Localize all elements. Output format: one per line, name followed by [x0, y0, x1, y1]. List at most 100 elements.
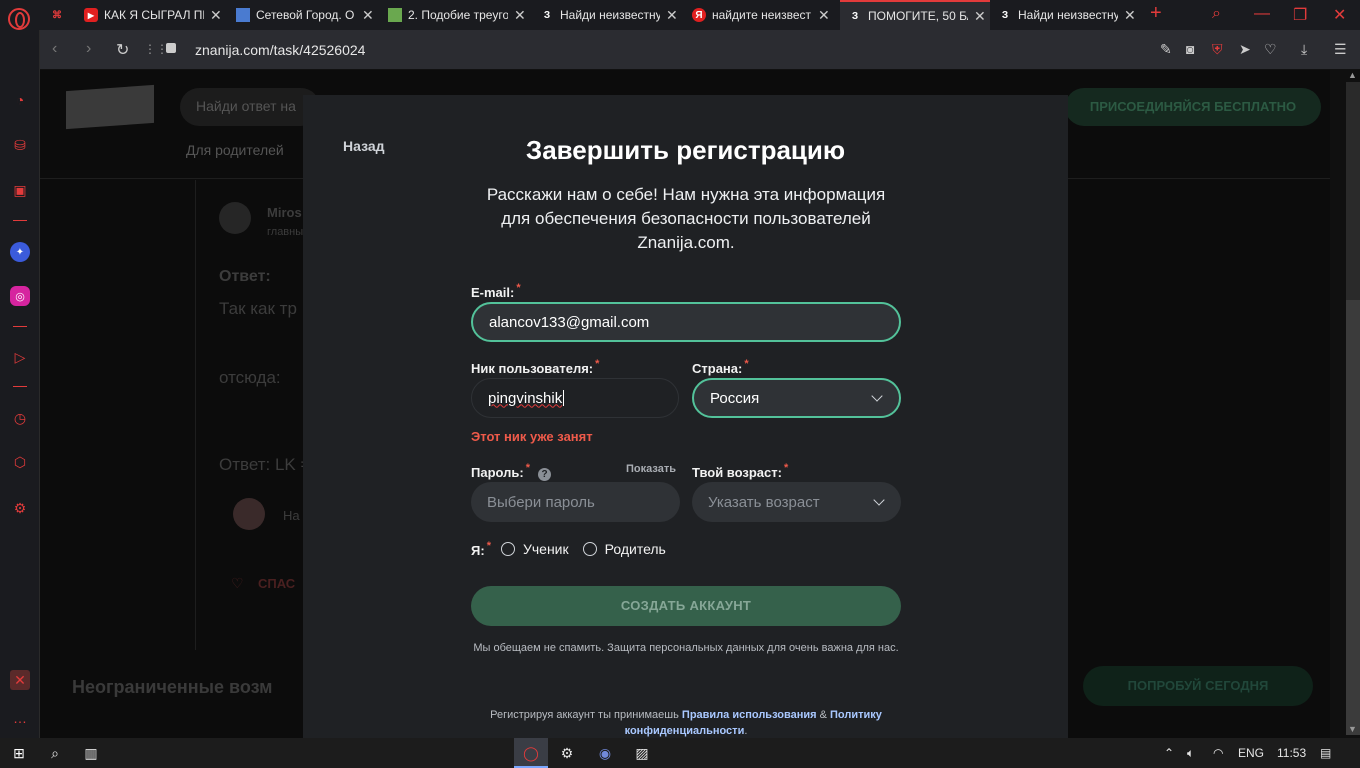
- wifi-icon[interactable]: ◠: [1213, 746, 1223, 760]
- close-window-icon[interactable]: ✕: [1333, 5, 1346, 25]
- author-name: Miros: [267, 205, 302, 220]
- back-icon[interactable]: ‹: [52, 40, 57, 58]
- registration-modal: Назад Завершить регистрацию Расскажи нам…: [303, 95, 1068, 738]
- search-input[interactable]: Найди ответ на: [180, 88, 320, 126]
- notifications-icon[interactable]: ▤: [1320, 746, 1331, 760]
- adblock-shield-icon[interactable]: ⛨: [1212, 41, 1223, 58]
- scroll-up-icon[interactable]: ▲: [1348, 70, 1357, 80]
- tab-1[interactable]: ▶ КАК Я СЫГРАЛ ПР ✕: [84, 0, 234, 30]
- task-view-icon[interactable]: ▥: [80, 743, 102, 763]
- steam-icon[interactable]: ⚙: [556, 743, 578, 763]
- close-tab-icon[interactable]: ✕: [818, 7, 830, 24]
- restore-icon[interactable]: ❐: [1293, 5, 1307, 25]
- send-icon[interactable]: ➤: [1239, 41, 1251, 58]
- player-icon[interactable]: ▷: [10, 347, 30, 367]
- history-icon[interactable]: ◷: [10, 408, 30, 428]
- book-icon: [388, 8, 402, 22]
- lock-icon[interactable]: [166, 43, 176, 53]
- role-selector: Я: * Ученик Родитель: [471, 540, 670, 558]
- terms-of-use-link[interactable]: Правила использования: [682, 709, 817, 721]
- tab-7[interactable]: З Найди неизвестну ✕: [998, 0, 1148, 30]
- reload-icon[interactable]: ↻: [116, 40, 129, 60]
- avatar: [233, 498, 265, 530]
- opera-taskbar-icon[interactable]: ◯: [520, 743, 542, 763]
- student-radio-label[interactable]: Ученик: [523, 541, 569, 557]
- parent-radio[interactable]: [582, 542, 597, 556]
- messenger-icon[interactable]: ✦: [10, 242, 30, 262]
- email-field[interactable]: alancov133@gmail.com: [471, 302, 901, 342]
- close-tab-icon[interactable]: ✕: [974, 8, 986, 25]
- student-radio[interactable]: [500, 542, 515, 556]
- answer-text: отсюда:: [219, 368, 281, 387]
- scroll-down-icon[interactable]: ▼: [1348, 724, 1357, 734]
- chevron-down-icon: [873, 494, 885, 506]
- page-scrollbar[interactable]: ▲ ▼: [1330, 70, 1360, 738]
- tray-overflow-icon[interactable]: ⌃: [1164, 746, 1174, 760]
- country-select[interactable]: Россия: [692, 378, 901, 418]
- volume-icon[interactable]: 🔈︎: [1187, 746, 1194, 761]
- show-password-button[interactable]: Показать: [626, 463, 676, 475]
- forward-icon[interactable]: ›: [86, 40, 91, 58]
- minimize-icon[interactable]: —: [1254, 5, 1270, 23]
- close-tab-icon[interactable]: ✕: [1124, 7, 1136, 24]
- tab-2[interactable]: Сетевой Город. О ✕: [236, 0, 386, 30]
- parent-radio-label[interactable]: Родитель: [605, 541, 666, 557]
- photos-icon[interactable]: ▨: [631, 743, 653, 763]
- nickname-error: Этот ник уже занят: [471, 429, 593, 444]
- scrollbar-thumb[interactable]: [1346, 300, 1360, 735]
- opera-sidebar: ◔ ⛁ ▣ ✦ ◎ ▷ ◷ ⬡ ⚙ ✕ …: [0, 30, 40, 738]
- more-dots-icon[interactable]: …: [10, 708, 30, 728]
- twitch-icon[interactable]: ▣: [10, 180, 30, 200]
- close-tab-icon[interactable]: ✕: [210, 7, 222, 24]
- yandex-icon: Я: [692, 8, 706, 22]
- answer-label: Ответ:: [219, 268, 271, 285]
- tab-5[interactable]: Я найдите неизвест ✕: [692, 0, 842, 30]
- camera-icon[interactable]: ◙: [1186, 41, 1194, 57]
- extensions-cube-icon[interactable]: ⬡: [10, 452, 30, 472]
- tab-3[interactable]: 2. Подобие треуго ✕: [388, 0, 538, 30]
- heart-icon[interactable]: ♡: [1264, 41, 1277, 58]
- discord-icon[interactable]: ◉: [594, 743, 616, 763]
- password-field[interactable]: Выбери пароль: [471, 482, 680, 522]
- text-caret: [563, 390, 565, 406]
- search-tabs-icon[interactable]: ⌕: [1212, 5, 1221, 23]
- windows-start-icon[interactable]: ⊞: [8, 743, 30, 763]
- settings-gear-icon[interactable]: ⚙: [10, 498, 30, 518]
- nickname-label: Ник пользователя: *: [471, 358, 600, 376]
- for-parents-link[interactable]: Для родителей: [186, 142, 284, 158]
- terms-text: &: [819, 709, 827, 721]
- close-tab-icon[interactable]: ✕: [666, 7, 678, 24]
- opera-menu-icon[interactable]: [8, 8, 30, 30]
- help-icon[interactable]: ?: [538, 468, 551, 481]
- new-tab-icon[interactable]: +: [1150, 2, 1162, 25]
- age-select[interactable]: Указать возраст: [692, 482, 901, 522]
- close-tab-icon[interactable]: ✕: [362, 7, 374, 24]
- tab-4[interactable]: З Найди неизвестну ✕: [540, 0, 690, 30]
- instagram-icon[interactable]: ◎: [10, 286, 30, 306]
- language-indicator[interactable]: ENG: [1238, 746, 1264, 760]
- nickname-field[interactable]: pingvinshik: [471, 378, 679, 418]
- znanija-icon: З: [851, 10, 859, 22]
- speed-dial-sidebar-icon[interactable]: ◔: [10, 90, 30, 110]
- join-free-button[interactable]: ПРИСОЕДИНЯЙСЯ БЕСПЛАТНО: [1065, 88, 1321, 126]
- flow-icon[interactable]: ✕: [10, 670, 30, 690]
- clock[interactable]: 11:53: [1277, 746, 1306, 760]
- download-icon[interactable]: ⤓: [1301, 41, 1307, 58]
- address-bar: ‹ › ↻ ⋮⋮ znanija.com/task/42526024 ✎ ◙ ⛨…: [40, 30, 1360, 70]
- close-tab-icon[interactable]: ✕: [514, 7, 526, 24]
- easy-setup-icon[interactable]: ☰: [1334, 41, 1347, 58]
- tab-gamepad[interactable]: ⌘: [50, 0, 80, 30]
- thanks-button[interactable]: СПАС: [258, 576, 295, 591]
- shopping-bag-icon[interactable]: ⛁: [10, 135, 30, 155]
- search-icon[interactable]: ⌕: [44, 743, 66, 763]
- try-today-button[interactable]: ПОПРОБУЙ СЕГОДНЯ: [1083, 666, 1313, 706]
- tab-6-active[interactable]: З ПОМОГИТЕ, 50 БА ✕: [840, 0, 990, 30]
- heart-icon[interactable]: ♡: [231, 575, 244, 592]
- edit-icon[interactable]: ✎: [1160, 41, 1172, 58]
- speed-dial-icon[interactable]: ⋮⋮: [144, 42, 168, 56]
- url-field[interactable]: znanija.com/task/42526024: [195, 42, 365, 58]
- age-label: Твой возраст: *: [692, 462, 789, 480]
- browser-tab-strip: ⌘ ▶ КАК Я СЫГРАЛ ПР ✕ Сетевой Город. О ✕…: [0, 0, 1360, 30]
- email-label: E-mail: *: [471, 282, 521, 300]
- create-account-button[interactable]: СОЗДАТЬ АККАУНТ: [471, 586, 901, 626]
